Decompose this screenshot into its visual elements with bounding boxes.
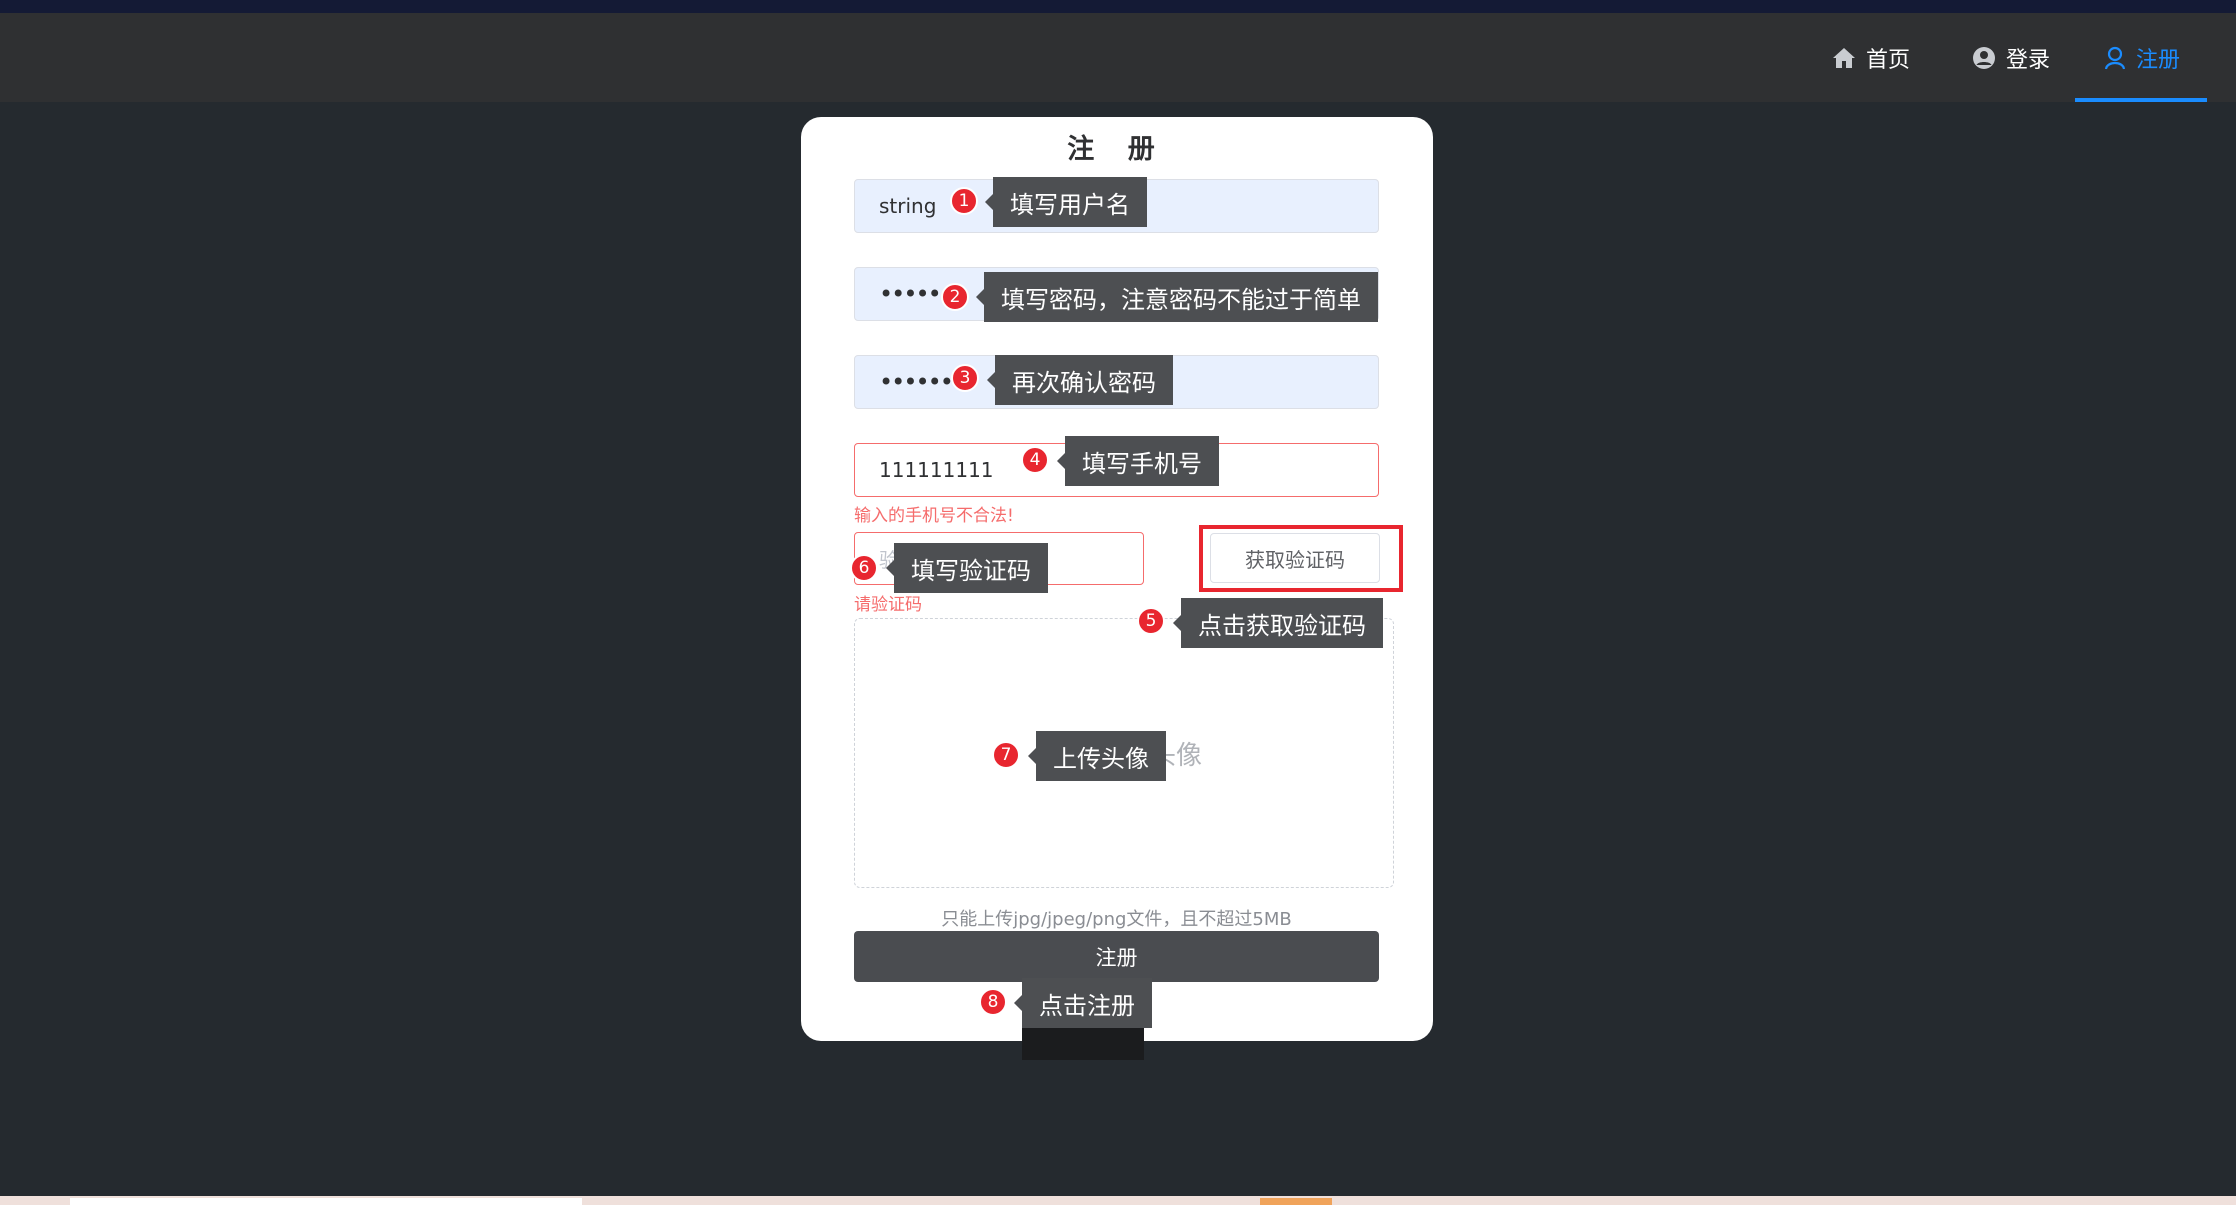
- nav-active-underline: [2075, 98, 2207, 102]
- navbar: 首页 登录 注册: [0, 13, 2236, 102]
- username-value: string: [879, 194, 937, 218]
- annotation-callout: 填写用户名: [985, 177, 1147, 227]
- annotation-badge: 5: [1137, 607, 1165, 635]
- annotation-badge: 1: [950, 187, 978, 215]
- annotation-callout: 填写手机号: [1057, 436, 1219, 486]
- nav-register-label: 注册: [2136, 47, 2181, 73]
- annotation-badge: 4: [1021, 446, 1049, 474]
- annotation-badge: 3: [951, 364, 979, 392]
- taskbar-tab: [70, 1198, 582, 1205]
- top-strip: [0, 0, 2236, 13]
- confirm-password-value: ••••••: [879, 368, 954, 396]
- nav-home[interactable]: 首页: [1832, 13, 1910, 102]
- nav-register[interactable]: 注册: [2104, 13, 2180, 102]
- home-icon: [1832, 47, 1856, 69]
- get-code-button[interactable]: 获取验证码: [1210, 533, 1380, 583]
- nav-login[interactable]: 登录: [1972, 13, 2050, 102]
- annotation-callout: 点击注册: [1014, 978, 1152, 1028]
- nav-login-label: 登录: [2006, 47, 2051, 73]
- annotation-callout: 点击获取验证码: [1173, 598, 1383, 648]
- annotation-badge: 7: [992, 741, 1020, 769]
- code-error: 请验证码: [854, 595, 922, 615]
- annotation-callout: 再次确认密码: [987, 355, 1173, 405]
- user-circle-icon: [1972, 46, 1996, 70]
- phone-value: 111111111: [879, 458, 994, 482]
- annotation-callout: 填写密码，注意密码不能过于简单: [976, 272, 1378, 322]
- annotation-callout: 填写验证码: [886, 543, 1048, 593]
- annotation-badge: 8: [979, 988, 1007, 1016]
- phone-error: 输入的手机号不合法!: [854, 506, 1014, 526]
- annotation-badge: 2: [941, 283, 969, 311]
- register-submit-button[interactable]: 注册: [854, 931, 1379, 982]
- user-icon: [2104, 46, 2126, 70]
- annotation-callout: 上传头像: [1028, 731, 1166, 781]
- upload-tip: 只能上传jpg/jpeg/png文件，且不超过5MB: [941, 909, 1292, 930]
- taskbar-tab: [1260, 1198, 1332, 1205]
- page-title: 注 册: [1067, 134, 1167, 165]
- annotation-badge: 6: [850, 554, 878, 582]
- nav-home-label: 首页: [1866, 47, 1911, 73]
